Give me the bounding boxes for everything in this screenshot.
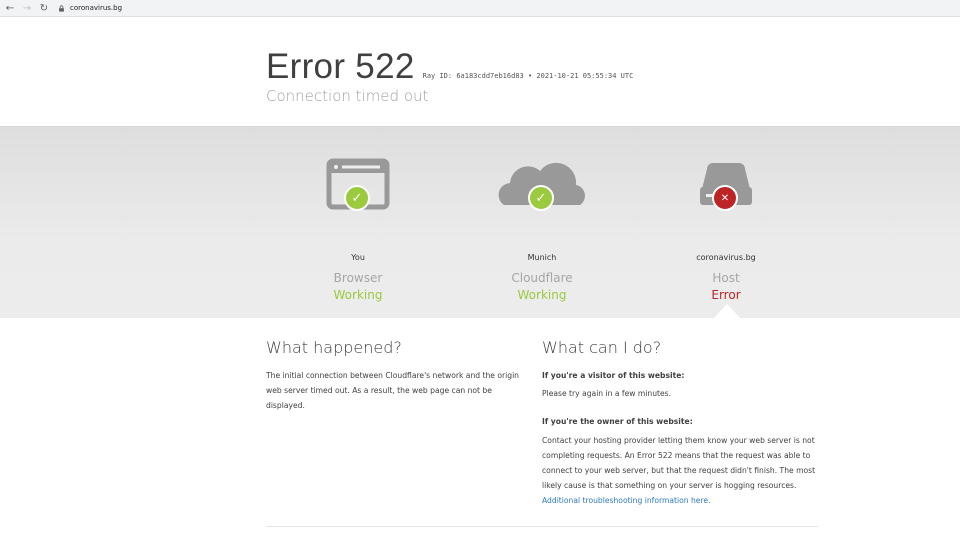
- status-role: Browser: [333, 271, 383, 285]
- error-pointer: [714, 304, 740, 318]
- status-role: Cloudflare: [511, 271, 573, 285]
- footer-divider: [266, 526, 818, 527]
- status-state: Error: [711, 288, 741, 302]
- forward-arrow-icon[interactable]: →: [20, 1, 34, 15]
- owner-heading-text: If you're the owner of this website:: [542, 417, 693, 426]
- owner-heading: If you're the owner of this website:: [542, 414, 822, 429]
- url-text: coronavirus.bg: [70, 4, 123, 12]
- visitor-heading-text: If you're a visitor of this website:: [542, 371, 685, 380]
- status-state: Working: [333, 288, 383, 302]
- status-location: You: [351, 253, 365, 262]
- visitor-heading: If you're a visitor of this website:: [542, 368, 822, 383]
- check-icon: ✓: [528, 185, 554, 211]
- cloud-icon: ✓: [492, 157, 592, 227]
- error-x-icon: ✕: [712, 185, 738, 211]
- owner-text: Contact your hosting provider letting th…: [542, 433, 824, 508]
- lock-icon: [59, 4, 64, 12]
- ray-id: Ray ID: 6a183cdd7eb16d83 • 2021-10-21 05…: [422, 72, 634, 80]
- page-title: Error 522: [266, 47, 415, 86]
- reload-icon[interactable]: ↻: [37, 1, 51, 15]
- status-location: coronavirus.bg: [696, 253, 756, 262]
- error-header: Error 522 Ray ID: 6a183cdd7eb16d83 • 202…: [0, 17, 960, 125]
- owner-text-body: Contact your hosting provider letting th…: [542, 436, 816, 490]
- server-icon: ✕: [676, 157, 776, 227]
- browser-window-icon: ✓: [308, 157, 408, 227]
- address-bar[interactable]: coronavirus.bg: [58, 1, 954, 15]
- browser-toolbar: ← → ↻ coronavirus.bg: [0, 0, 960, 17]
- what-happened-title: What happened?: [266, 338, 402, 357]
- page-subtitle: Connection timed out: [266, 87, 429, 105]
- status-host: ✕ coronavirus.bg Host Error: [651, 127, 801, 302]
- troubleshooting-link[interactable]: Additional troubleshooting information h…: [542, 496, 711, 505]
- status-role: Host: [712, 271, 740, 285]
- visitor-text: Please try again in a few minutes.: [542, 389, 672, 398]
- status-state: Working: [517, 288, 567, 302]
- status-location: Munich: [527, 253, 557, 262]
- status-browser: ✓ You Browser Working: [283, 127, 433, 302]
- check-icon: ✓: [344, 185, 370, 211]
- back-arrow-icon[interactable]: ←: [3, 1, 17, 15]
- status-band: ✓ You Browser Working ✓ Munich Cloudflar…: [0, 126, 960, 318]
- what-happened-text: The initial connection between Cloudflar…: [266, 371, 520, 410]
- status-cloudflare: ✓ Munich Cloudflare Working: [467, 127, 617, 302]
- what-can-i-do-title: What can I do?: [542, 338, 662, 357]
